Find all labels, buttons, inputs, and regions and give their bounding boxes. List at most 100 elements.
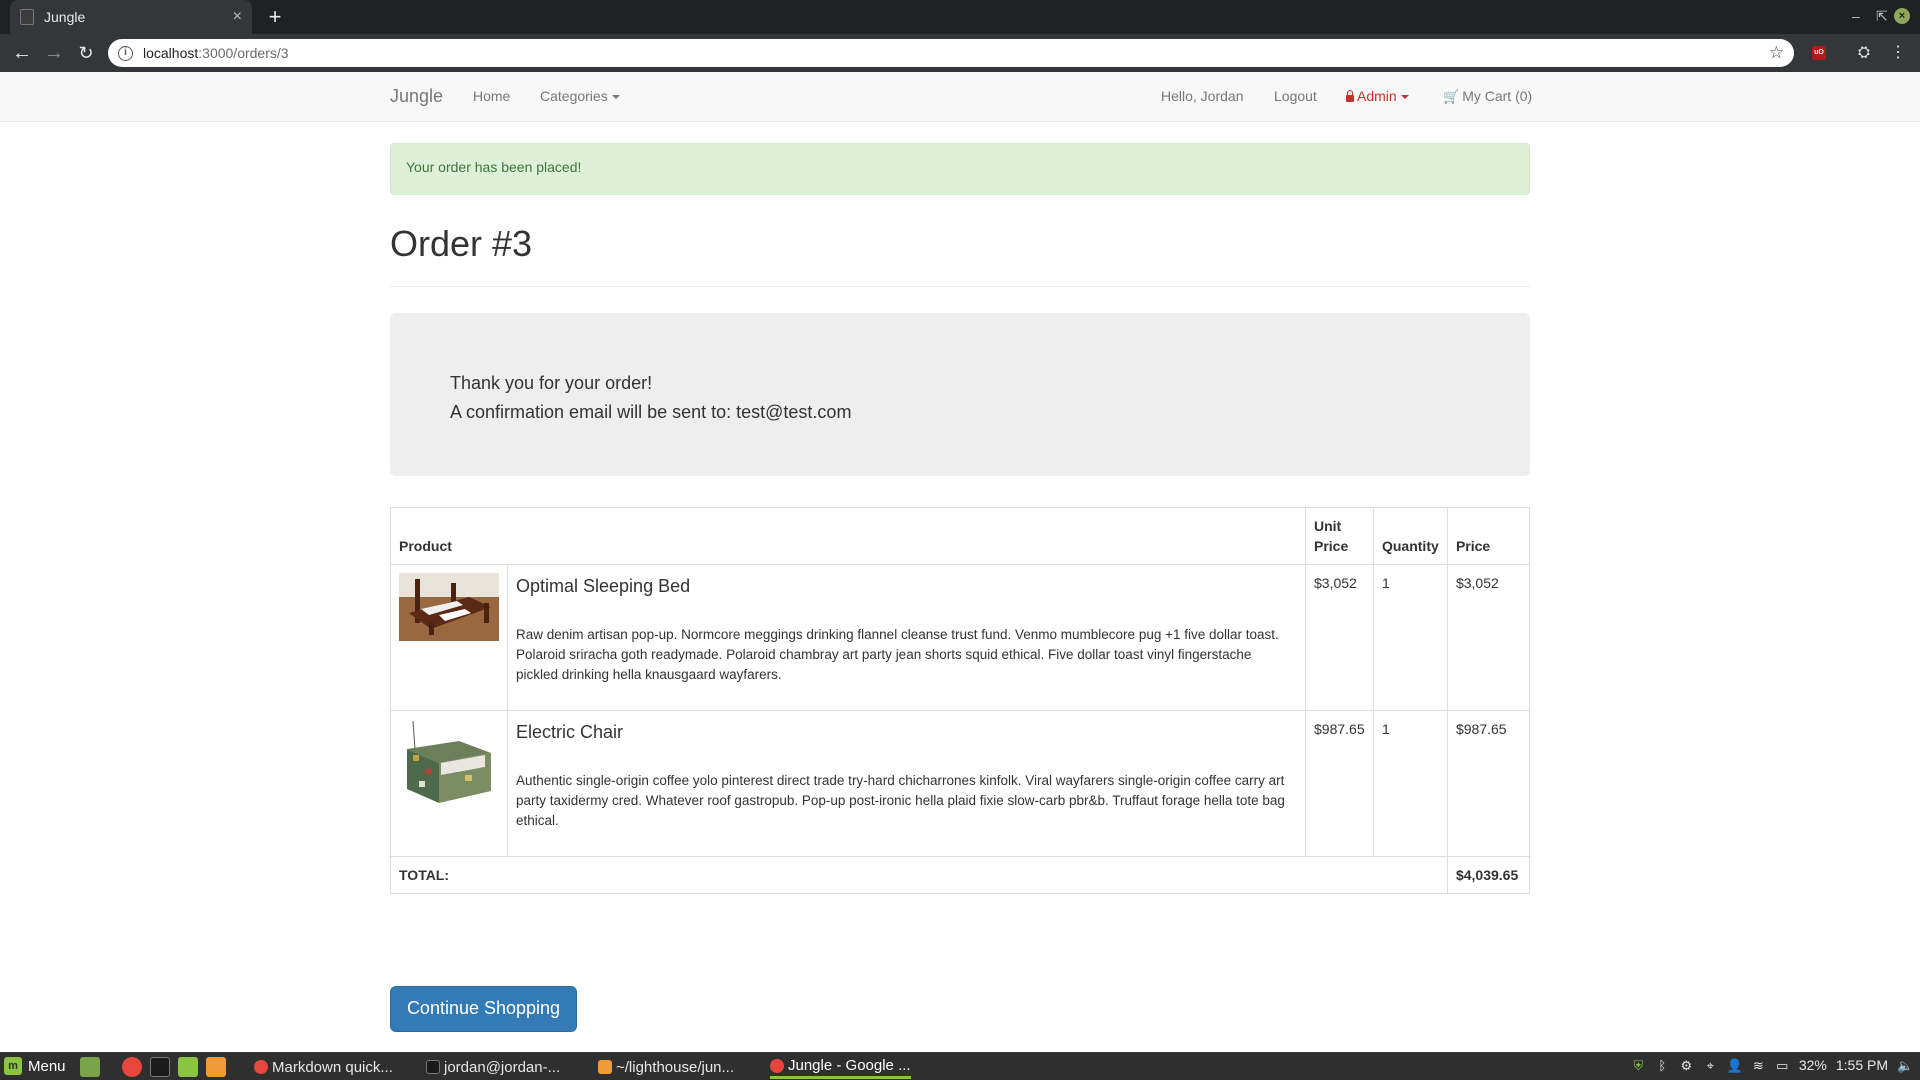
folder-launcher-icon[interactable]	[178, 1057, 198, 1077]
header-product: Product	[390, 507, 1306, 565]
price-cell: $987.65	[1446, 710, 1531, 857]
terminal-launcher-icon[interactable]	[150, 1057, 170, 1077]
shopping-cart-icon: 🛒	[1443, 89, 1460, 104]
unit-price-cell: $987.65	[1305, 710, 1374, 857]
window-close-icon[interactable]: ×	[1894, 8, 1910, 24]
bookmark-star-icon[interactable]: ☆	[1769, 43, 1784, 63]
product-image-cell	[390, 710, 508, 857]
continue-shopping-button[interactable]: Continue Shopping	[390, 986, 577, 1032]
terminal-icon	[426, 1060, 440, 1074]
page-favicon-icon	[20, 9, 34, 25]
admin-label: Admin	[1357, 88, 1397, 104]
product-description: Raw denim artisan pop-up. Normcore meggi…	[516, 627, 1279, 682]
caret-down-icon	[611, 95, 620, 100]
sublime-icon	[598, 1060, 612, 1074]
browser-menu-icon[interactable]: ⋮	[1890, 42, 1906, 62]
files-launcher-icon[interactable]	[80, 1057, 100, 1077]
start-menu-label: Menu	[28, 1057, 66, 1075]
nav-home-link[interactable]: Home	[473, 88, 510, 104]
bed-product-image	[399, 573, 499, 641]
tab-title: Jungle	[44, 9, 86, 25]
header-price: Price	[1446, 507, 1531, 565]
product-image-cell	[390, 564, 508, 711]
maximize-icon[interactable]: ⇱	[1876, 8, 1888, 25]
taskbar-window-label: ~/lighthouse/jun...	[616, 1058, 735, 1076]
unit-price-cell: $3,052	[1305, 564, 1374, 711]
header-unit-price: Unit Price	[1305, 507, 1374, 565]
location-icon[interactable]: ⌖	[1703, 1058, 1718, 1073]
settings-gear-icon[interactable]: ⚙	[1679, 1058, 1694, 1073]
chrome-icon	[770, 1058, 784, 1073]
browser-tab[interactable]: Jungle ×	[10, 0, 252, 34]
shield-icon[interactable]: ⛨	[1631, 1058, 1646, 1073]
quantity-cell: 1	[1372, 710, 1448, 857]
browser-tab-strip: Jungle × + – ⇱ ×	[0, 0, 1920, 34]
header-quantity: Quantity	[1372, 507, 1448, 565]
table-row: Optimal Sleeping Bed Raw denim artisan p…	[390, 564, 1531, 711]
price-cell: $3,052	[1446, 564, 1531, 711]
battery-percent: 32%	[1798, 1057, 1827, 1073]
product-description: Authentic single-origin coffee yolo pint…	[516, 773, 1285, 828]
chrome-launcher-icon[interactable]	[122, 1057, 142, 1077]
reload-icon[interactable]: ↻	[74, 41, 98, 65]
site-info-icon[interactable]: i	[118, 45, 133, 61]
product-name: Optimal Sleeping Bed	[516, 576, 691, 596]
volume-icon[interactable]: 🔈	[1897, 1058, 1913, 1073]
tab-close-icon[interactable]: ×	[233, 8, 242, 26]
cart-label: My Cart (0)	[1462, 88, 1533, 104]
taskbar-window-label: Jungle - Google ...	[788, 1057, 911, 1074]
taskbar-window-terminal[interactable]: jordan@jordan-...	[426, 1055, 560, 1079]
taskbar-window-markdown[interactable]: Markdown quick...	[254, 1055, 393, 1079]
product-info-cell: Optimal Sleeping Bed Raw denim artisan p…	[507, 564, 1306, 711]
minimize-icon[interactable]: –	[1852, 8, 1860, 24]
taskbar-window-sublime[interactable]: ~/lighthouse/jun...	[598, 1055, 734, 1079]
forward-arrow-icon[interactable]: →	[42, 41, 66, 65]
brand-link[interactable]: Jungle	[390, 86, 443, 107]
table-header-row: Product Unit Price Quantity Price	[390, 507, 1531, 565]
battery-icon[interactable]: ▭	[1775, 1058, 1790, 1073]
product-info-cell: Electric Chair Authentic single-origin c…	[507, 710, 1306, 857]
address-bar[interactable]: i localhost:3000/orders/3 ☆	[108, 39, 1794, 67]
clock[interactable]: 1:55 PM	[1836, 1057, 1888, 1073]
page-header: Order #3	[390, 217, 1530, 287]
url-path: :3000/orders/3	[198, 45, 289, 61]
page-viewport: Jungle Home Categories Hello, Jordan Log…	[0, 72, 1920, 1052]
success-alert: Your order has been placed!	[390, 143, 1530, 195]
order-items-table: Product Unit Price Quantity Price Optima…	[390, 507, 1531, 894]
product-name: Electric Chair	[516, 722, 624, 742]
new-tab-button[interactable]: +	[262, 4, 288, 30]
extension-icon[interactable]: ⛭	[1858, 44, 1870, 61]
table-row: Electric Chair Authentic single-origin c…	[390, 710, 1531, 857]
system-tray: ⛨ ᛒ ⚙ ⌖ 👤 ≋ ▭ 32% 1:55 PM 🔈	[1631, 1057, 1913, 1073]
taskbar-window-label: Markdown quick...	[272, 1058, 393, 1076]
back-arrow-icon[interactable]: ←	[10, 41, 34, 65]
taskbar-window-jungle[interactable]: Jungle - Google ...	[770, 1055, 911, 1079]
bluetooth-icon[interactable]: ᛒ	[1655, 1058, 1670, 1073]
quantity-cell: 1	[1372, 564, 1448, 711]
browser-toolbar: ← → ↻ i localhost:3000/orders/3 ☆ uO ⛭ ⋮	[0, 34, 1920, 72]
admin-dropdown[interactable]: Admin	[1346, 88, 1409, 104]
site-navbar: Jungle Home Categories Hello, Jordan Log…	[0, 72, 1920, 122]
start-menu-button[interactable]: m Menu	[4, 1057, 66, 1075]
caret-down-icon	[1400, 95, 1409, 100]
mint-logo-icon: m	[4, 1057, 22, 1075]
greeting-text: Hello, Jordan	[1161, 88, 1244, 104]
total-row: TOTAL: $4,039.65	[390, 856, 1531, 894]
page-title: Order #3	[390, 223, 533, 264]
logout-link[interactable]: Logout	[1274, 88, 1317, 104]
nav-categories-dropdown[interactable]: Categories	[540, 88, 620, 104]
taskbar-window-label: jordan@jordan-...	[444, 1058, 561, 1076]
os-taskbar: m Menu Markdown quick... jordan@jordan-.…	[0, 1052, 1920, 1080]
chrome-icon	[254, 1060, 268, 1074]
sublime-launcher-icon[interactable]	[206, 1057, 226, 1077]
user-icon[interactable]: 👤	[1727, 1058, 1743, 1073]
chair-product-image	[399, 719, 499, 809]
ublock-extension-icon[interactable]: uO	[1812, 46, 1826, 60]
confirmation-email-message: A confirmation email will be sent to: te…	[450, 402, 852, 422]
wifi-icon[interactable]: ≋	[1751, 1058, 1766, 1073]
my-cart-link[interactable]: 🛒 My Cart (0)	[1443, 88, 1532, 105]
lock-icon	[1346, 90, 1354, 102]
thanks-message: Thank you for your order!	[450, 373, 653, 393]
total-label: TOTAL:	[390, 856, 1448, 894]
categories-label: Categories	[540, 88, 608, 104]
